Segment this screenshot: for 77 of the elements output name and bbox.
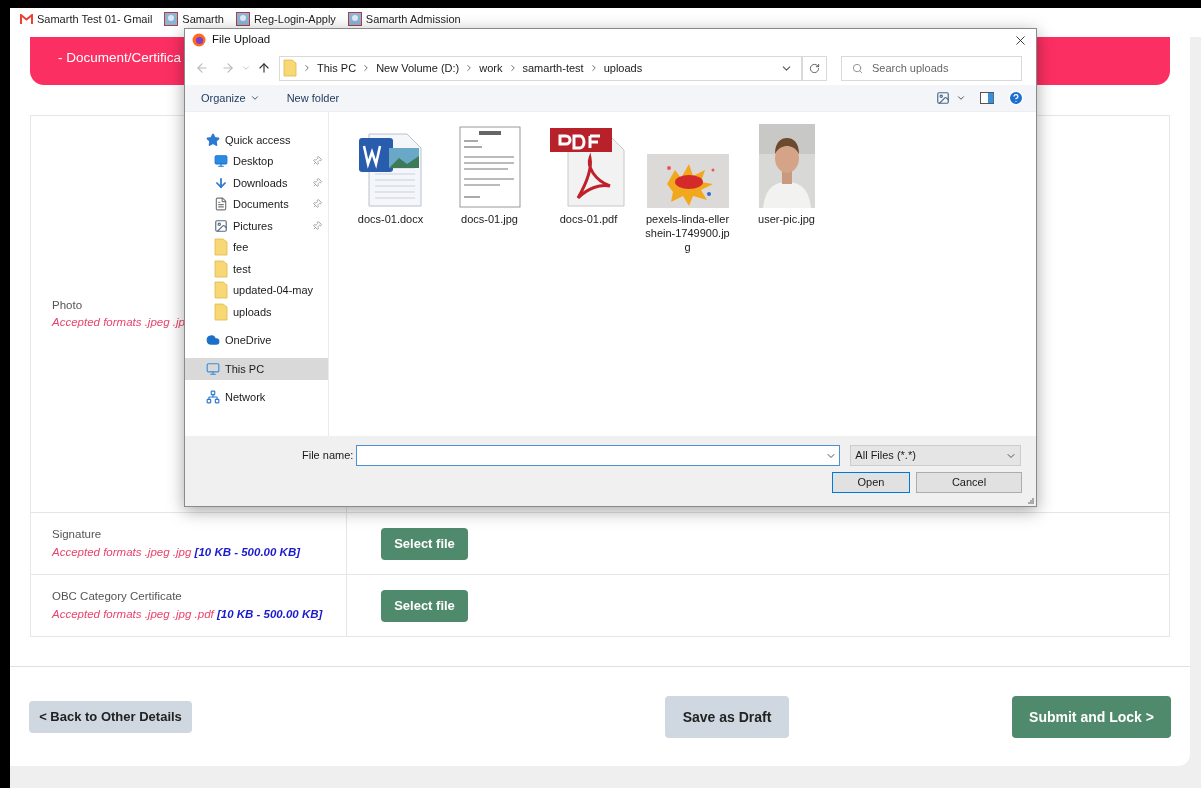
nav-item[interactable]: fee — [185, 236, 328, 258]
select-file-button[interactable]: Select file — [381, 589, 468, 622]
site-icon — [347, 12, 362, 27]
breadcrumb-item[interactable]: This PC — [317, 59, 357, 77]
monitor-icon — [214, 154, 228, 169]
search-input[interactable]: Search uploads — [871, 56, 1021, 80]
document-icon — [214, 197, 228, 212]
section-title: - Document/Certifica — [58, 50, 182, 65]
bookmark[interactable]: Reg-Login-Apply — [235, 11, 336, 28]
chevron-right-icon — [302, 63, 312, 73]
breadcrumb-item[interactable]: work — [479, 59, 503, 77]
down-arrow-icon — [214, 175, 228, 190]
nav-item[interactable]: Downloads — [185, 172, 328, 194]
toolbar-button[interactable]: Organize — [201, 89, 260, 107]
bookmark[interactable]: Samarth Test 01- Gmail — [20, 11, 153, 28]
cancel-button[interactable]: Cancel — [916, 472, 1022, 493]
nav-item[interactable]: test — [185, 258, 328, 280]
nav-item[interactable]: uploads — [185, 301, 328, 323]
nav-item[interactable]: updated-04-may — [185, 279, 328, 301]
breadcrumb-item[interactable]: uploads — [603, 59, 643, 77]
file-item[interactable]: docs-01.docx — [341, 122, 440, 226]
nav-item[interactable]: Pictures — [185, 215, 328, 237]
format-note: Accepted formats .jpeg .jp — [52, 315, 185, 330]
file-item[interactable]: docs-01.pdf — [539, 122, 638, 226]
file-type-select[interactable]: All Files (*.*) — [850, 445, 1022, 466]
breadcrumb-item[interactable]: New Volume (D:) — [376, 59, 460, 77]
resize-grip-icon — [1028, 498, 1034, 504]
star-icon — [206, 132, 220, 147]
file-item[interactable]: docs-01.jpg — [440, 122, 539, 226]
file-item[interactable]: user-pic.jpg — [737, 122, 836, 226]
help-icon[interactable] — [1008, 90, 1024, 106]
format-note: Accepted formats .jpeg .jpg [10 KB - 500.00 KB] — [52, 544, 301, 560]
document-label: Signature — [52, 527, 102, 543]
address-bar[interactable]: This PC New Volume (D:) work samarth-test uploads — [279, 55, 802, 81]
caret-icon — [249, 93, 260, 103]
site-icon — [235, 12, 250, 27]
folder-icon — [283, 59, 297, 77]
bookmark[interactable]: Samarth Admission — [347, 11, 461, 28]
nav-item[interactable]: Desktop — [185, 150, 328, 172]
nav-item[interactable]: Network — [185, 386, 328, 408]
up-arrow-icon[interactable] — [257, 61, 271, 75]
browser-icon — [192, 33, 206, 47]
back-button[interactable]: < Back to Other Details — [29, 701, 192, 733]
breadcrumb-item[interactable]: samarth-test — [522, 59, 584, 77]
select-file-button[interactable]: Select file — [381, 527, 468, 560]
nav-item[interactable]: Documents — [185, 193, 328, 215]
monitor-icon — [206, 361, 220, 376]
refresh-button[interactable] — [802, 55, 827, 81]
network-icon — [206, 390, 220, 405]
dialog-title: File Upload — [212, 32, 272, 48]
folder-icon — [214, 238, 228, 257]
preview-pane-icon[interactable] — [980, 92, 994, 104]
refresh-icon — [809, 62, 820, 74]
mail-icon — [20, 14, 33, 25]
folder-icon — [214, 281, 228, 300]
bookmark[interactable]: Samarth — [164, 11, 224, 28]
submit-button[interactable]: Submit and Lock > — [1012, 696, 1171, 738]
nav-item[interactable]: Quick access — [185, 129, 328, 151]
caret-icon[interactable] — [956, 93, 966, 103]
cloud-icon — [206, 333, 220, 348]
file-name-label: File name: — [302, 448, 354, 464]
file-item[interactable]: pexels-linda-ellershein-1749900.jpg — [638, 122, 737, 254]
toolbar-button[interactable]: New folder — [286, 89, 340, 107]
format-note: Accepted formats .jpeg .jpg .pdf [10 KB - 500.00 KB] — [52, 606, 323, 622]
save-draft-button[interactable]: Save as Draft — [665, 696, 789, 738]
file-name-field[interactable] — [356, 445, 841, 466]
nav-item[interactable]: OneDrive — [185, 329, 328, 351]
folder-icon — [214, 302, 228, 321]
nav-item[interactable]: This PC — [185, 358, 328, 380]
folder-icon — [214, 259, 228, 278]
site-icon — [164, 12, 179, 27]
search-icon — [852, 62, 863, 74]
document-label: Photo — [52, 297, 83, 313]
search-field[interactable]: Search uploads — [841, 55, 1022, 81]
document-label: OBC Category Certificate — [52, 589, 182, 605]
open-button[interactable]: Open — [832, 472, 910, 493]
image-icon — [214, 218, 228, 233]
